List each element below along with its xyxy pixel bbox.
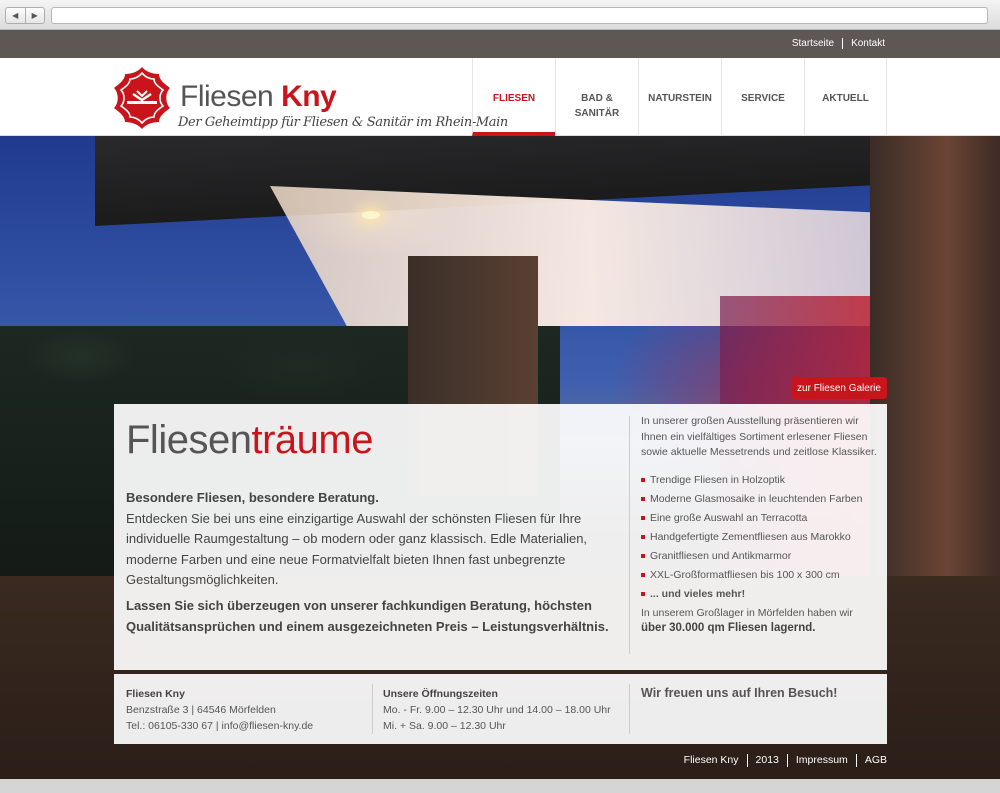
feature-item-more: ... und vieles mehr! — [641, 587, 881, 603]
claim-text: Lassen Sie sich überzeugen von unserer f… — [126, 598, 609, 634]
history-buttons: ◀ ▶ — [5, 7, 45, 24]
nav-label: AKTUELL — [822, 93, 869, 104]
hours-title: Unsere Öffnungszeiten — [383, 688, 498, 700]
nav-item-fliesen[interactable]: FLIESEN — [472, 58, 555, 136]
window-bottom — [0, 779, 1000, 793]
hero-image: zur Fliesen Galerie Fliesenträume Besond… — [0, 136, 1000, 779]
impressum-link[interactable]: Impressum — [786, 754, 856, 767]
nav-item-naturstein[interactable]: NATURSTEIN — [638, 58, 721, 136]
brand-name[interactable]: Fliesen Kny — [180, 80, 337, 114]
main-navigation: FLIESEN BAD & SANITÄR NATURSTEIN SERVICE … — [472, 58, 887, 136]
hero-light — [362, 211, 380, 219]
side-info: In unserer großen Ausstellung präsentier… — [641, 414, 881, 637]
title-part-1: Fliesen — [126, 418, 252, 462]
utility-links: Startseite Kontakt — [784, 38, 885, 49]
page-title: Fliesenträume — [126, 418, 373, 463]
content-panel: Fliesenträume Besondere Fliesen, besonde… — [114, 404, 887, 670]
nav-label: NATURSTEIN — [648, 93, 712, 104]
side-intro: In unserer großen Ausstellung präsentier… — [641, 415, 877, 458]
hours-line: Mi. + Sa. 9.00 – 12.30 Uhr — [383, 720, 506, 732]
feature-item: Moderne Glasmosaike in leuchtenden Farbe… — [641, 492, 881, 508]
contact-line[interactable]: Tel.: 06105-330 67 | info@fliesen-kny.de — [126, 718, 313, 734]
nav-label: FLIESEN — [492, 93, 536, 104]
feature-item: Eine große Auswahl an Terracotta — [641, 511, 881, 527]
nav-label: SERVICE — [741, 93, 785, 104]
intro-text: Besondere Fliesen, besondere Beratung. E… — [126, 488, 616, 591]
nav-item-service[interactable]: SERVICE — [721, 58, 804, 136]
content-divider — [629, 416, 630, 654]
warehouse-highlight: über 30.000 qm Fliesen lagernd. — [641, 622, 816, 634]
logo-icon[interactable] — [113, 66, 171, 130]
hours-line: Mo. - Fr. 9.00 – 12.30 Uhr und 14.00 – 1… — [383, 704, 611, 716]
agb-link[interactable]: AGB — [855, 754, 887, 767]
intro-heading: Besondere Fliesen, besondere Beratung. — [126, 490, 379, 505]
feature-list: Trendige Fliesen in Holzoptik Moderne Gl… — [641, 473, 881, 603]
web-page: Startseite Kontakt Fliesen Kny Der Gehei… — [0, 30, 1000, 779]
feature-item: Trendige Fliesen in Holzoptik — [641, 473, 881, 489]
title-part-2: träume — [251, 418, 373, 462]
nav-label: BAD & SANITÄR — [575, 91, 619, 121]
contact-panel: Fliesen Kny Benzstraße 3 | 64546 Mörfeld… — [114, 674, 887, 744]
back-arrow-icon[interactable]: ◀ — [6, 8, 25, 23]
nav-label-line1: BAD & — [581, 93, 613, 104]
bottom-company: Fliesen Kny — [683, 754, 739, 766]
address-block: Fliesen Kny Benzstraße 3 | 64546 Mörfeld… — [126, 686, 313, 734]
site-header: Fliesen Kny Der Geheimtipp für Fliesen &… — [0, 58, 1000, 136]
top-utility-bar: Startseite Kontakt — [0, 30, 1000, 58]
feature-item: Handgefertigte Zementfliesen aus Marokko — [641, 530, 881, 546]
bottom-year: 2013 — [746, 754, 787, 767]
warehouse-info: In unserem Großlager in Mörfelden haben … — [641, 606, 881, 637]
kontakt-link[interactable]: Kontakt — [843, 38, 885, 49]
feature-item: XXL-Großformatfliesen bis 100 x 300 cm — [641, 568, 881, 584]
warehouse-text: In unserem Großlager in Mörfelden haben … — [641, 606, 853, 619]
brand-name-bold: Kny — [281, 80, 337, 113]
brand-tagline: Der Geheimtipp für Fliesen & Sanitär im … — [178, 115, 508, 130]
browser-toolbar: ◀ ▶ — [0, 0, 1000, 30]
feature-item: Granitfliesen und Antikmarmor — [641, 549, 881, 565]
hours-block: Unsere Öffnungszeiten Mo. - Fr. 9.00 – 1… — [383, 686, 611, 734]
footer-divider — [372, 684, 373, 734]
intro-body: Entdecken Sie bei uns eine einzigartige … — [126, 510, 588, 588]
company-name: Fliesen Kny — [126, 688, 185, 700]
nav-item-bad-sanitaer[interactable]: BAD & SANITÄR — [555, 58, 638, 136]
footer-divider — [629, 684, 630, 734]
gallery-button[interactable]: zur Fliesen Galerie — [791, 377, 887, 399]
forward-arrow-icon[interactable]: ▶ — [24, 8, 45, 23]
nav-label-line2: SANITÄR — [574, 108, 620, 119]
startseite-link[interactable]: Startseite — [784, 38, 844, 49]
address-bar[interactable] — [51, 7, 988, 24]
brand-name-regular: Fliesen — [180, 80, 274, 113]
bottom-links: Fliesen Kny 2013 Impressum AGB — [684, 754, 887, 767]
address-line: Benzstraße 3 | 64546 Mörfelden — [126, 704, 276, 716]
welcome-text: Wir freuen uns auf Ihren Besuch! — [641, 686, 838, 700]
nav-item-aktuell[interactable]: AKTUELL — [804, 58, 887, 136]
